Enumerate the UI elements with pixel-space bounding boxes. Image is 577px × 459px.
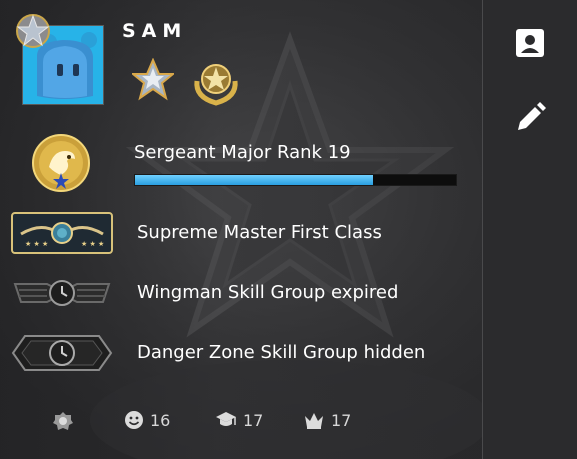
danger-zone-skill-group: Danger Zone Skill Group hidden: [137, 342, 426, 363]
service-medal-stat[interactable]: [52, 410, 80, 432]
leader-commendation-stat[interactable]: 17: [303, 410, 351, 430]
wingman-rank-icon[interactable]: [11, 274, 113, 312]
wreath-badge-icon[interactable]: [189, 57, 243, 107]
competitive-rank-icon[interactable]: ★ ★ ★ ★ ★ ★: [11, 212, 113, 254]
eagle-rank-medal-icon[interactable]: [31, 133, 91, 193]
profile-button[interactable]: [508, 21, 552, 65]
service-medal-icon: [53, 412, 73, 430]
friendly-commendation-stat[interactable]: 16: [124, 410, 170, 430]
username: SAM: [122, 20, 188, 42]
star-badge-icon[interactable]: [132, 58, 174, 104]
teacher-commendation-stat[interactable]: 17: [215, 410, 263, 430]
leader-count: 17: [331, 410, 352, 430]
xp-progress-bar: [134, 174, 457, 186]
sidebar: [483, 0, 577, 459]
profile-card-icon: [516, 29, 544, 57]
teacher-count: 17: [243, 410, 264, 430]
smiley-icon: [125, 411, 143, 429]
svg-text:★ ★ ★: ★ ★ ★: [81, 240, 104, 248]
svg-text:★ ★ ★: ★ ★ ★: [25, 240, 48, 248]
rank-label: Sergeant Major Rank 19: [134, 142, 351, 163]
friendly-count: 16: [150, 410, 171, 430]
competitive-skill-group: Supreme Master First Class: [137, 222, 382, 243]
graduation-cap-icon: [216, 412, 236, 426]
pencil-edit-icon: [518, 102, 546, 130]
edit-profile-button[interactable]: [508, 96, 552, 140]
level-star-icon: [16, 14, 50, 48]
crown-icon: [305, 413, 323, 429]
danger-zone-rank-icon[interactable]: [11, 334, 113, 372]
xp-progress-fill: [135, 175, 373, 185]
wingman-skill-group: Wingman Skill Group expired: [137, 282, 399, 303]
